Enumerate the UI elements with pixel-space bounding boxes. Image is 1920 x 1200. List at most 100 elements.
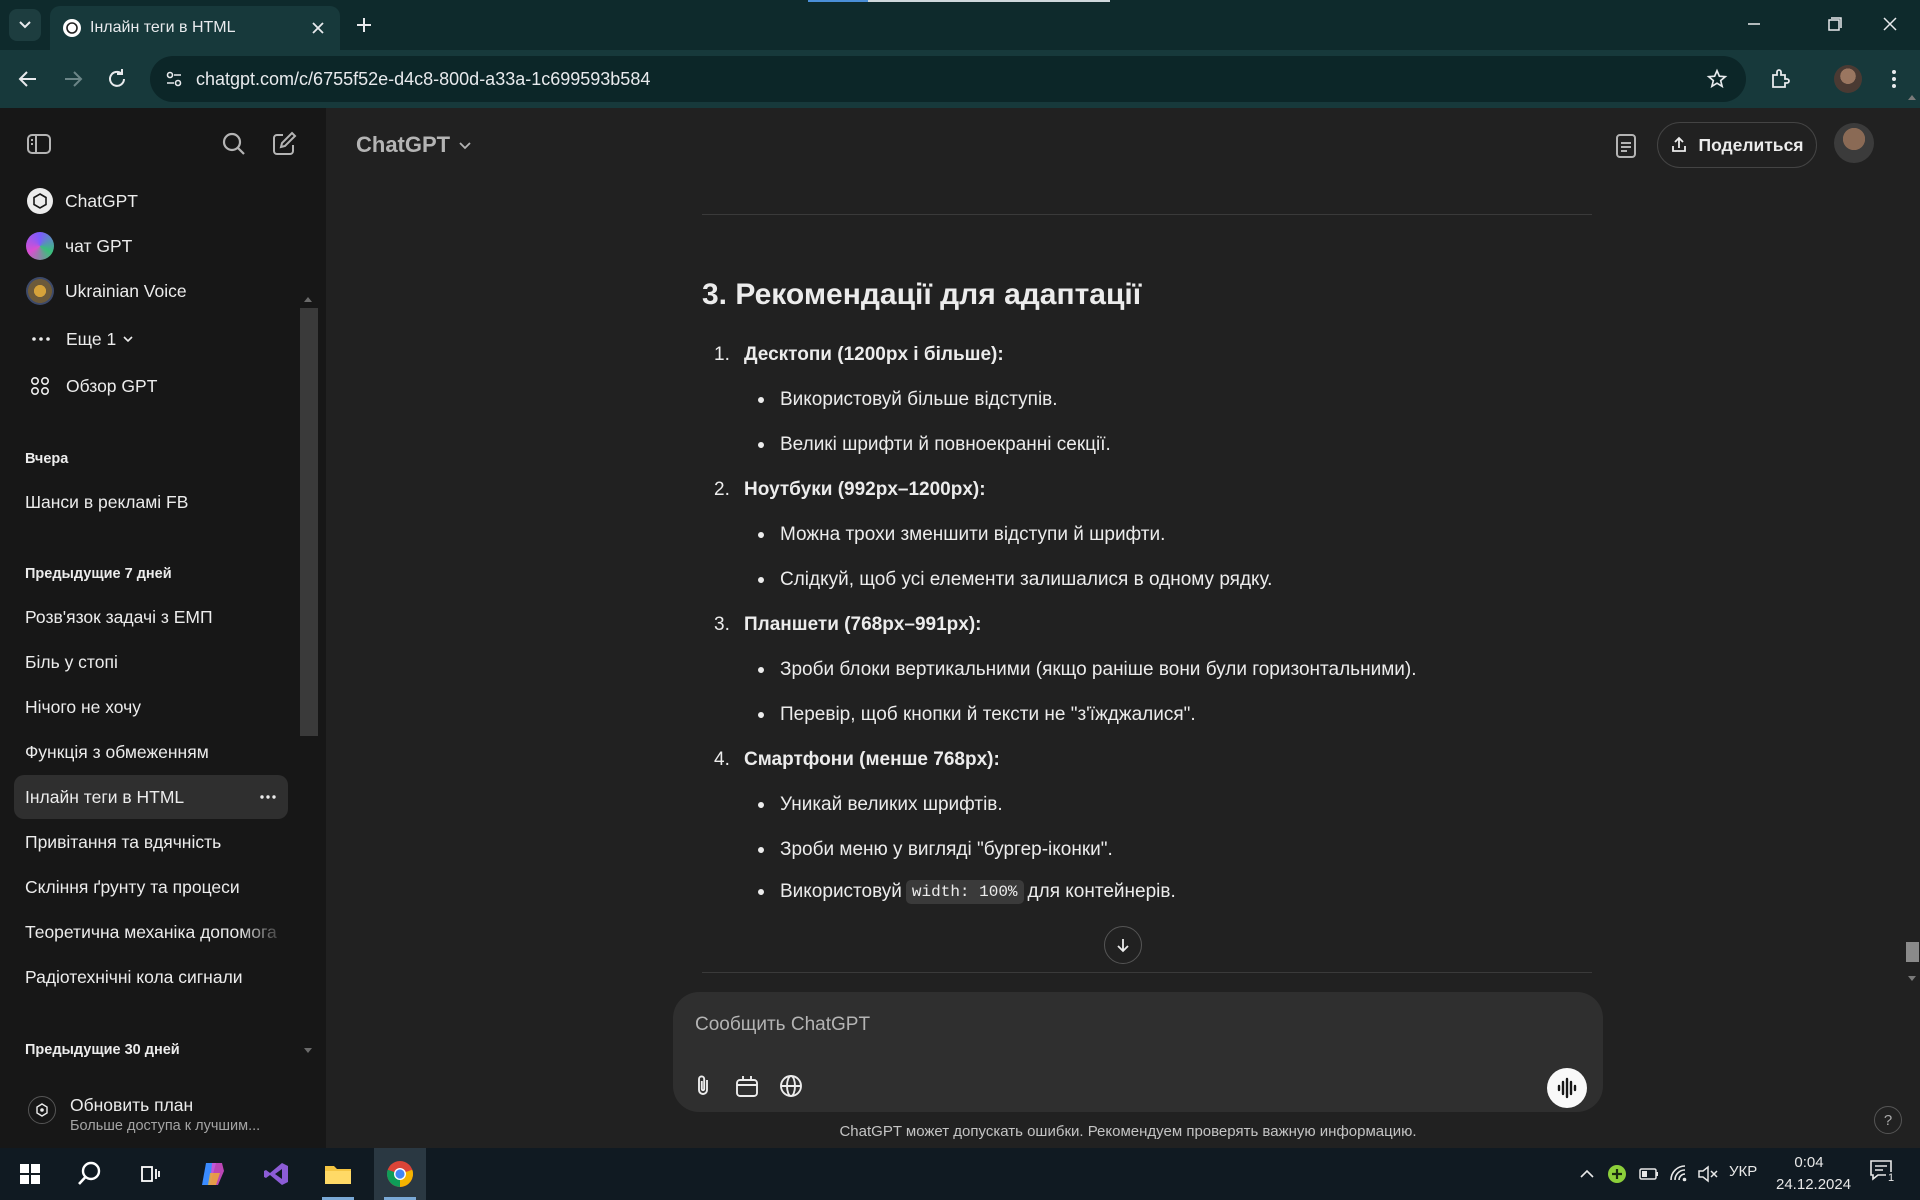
extensions-icon[interactable] xyxy=(1768,67,1792,91)
list-item-title: Планшети (768px–991px): xyxy=(744,614,982,635)
close-window-icon[interactable] xyxy=(1878,12,1902,36)
close-tab-icon[interactable] xyxy=(308,18,328,38)
scroll-up-arrow-icon xyxy=(304,297,312,302)
visual-studio-icon xyxy=(264,1163,288,1185)
battery-icon[interactable] xyxy=(1638,1165,1660,1183)
bullet-item: Використовуй width: 100% для контейнерів… xyxy=(754,880,1176,904)
start-button[interactable] xyxy=(4,1148,56,1200)
sidebar: ChatGPT чат GPT Ukrainian Voice Еще 1 Об… xyxy=(0,108,326,1148)
gpt-avatar-icon xyxy=(26,232,54,260)
share-upload-icon xyxy=(1672,136,1687,152)
sidebar-gpt-chatgpt[interactable]: ChatGPT xyxy=(14,179,288,223)
scrollbar-thumb[interactable] xyxy=(300,308,318,736)
upgrade-plan-button[interactable]: Обновить план Больше доступа к лучшим... xyxy=(14,1078,304,1140)
tab-search-button[interactable] xyxy=(9,9,41,41)
chat-history-item[interactable]: Нічого не хочу xyxy=(14,685,288,729)
chat-options-icon[interactable] xyxy=(258,787,278,807)
main-scrollbar[interactable] xyxy=(1902,95,1920,1148)
profile-avatar[interactable] xyxy=(1834,65,1862,93)
chat-title: Шанси в рекламі FB xyxy=(25,491,189,512)
task-view-button[interactable] xyxy=(124,1148,176,1200)
taskbar-visual-studio[interactable] xyxy=(250,1148,302,1200)
upgrade-icon xyxy=(28,1096,56,1124)
input-language[interactable]: УКР xyxy=(1729,1163,1757,1180)
search-icon xyxy=(78,1161,101,1185)
clock[interactable]: 0:04 24.12.2024 xyxy=(1776,1152,1851,1196)
forward-arrow-icon[interactable] xyxy=(61,67,85,91)
chrome-icon xyxy=(387,1161,413,1187)
scroll-to-bottom-button[interactable] xyxy=(1104,926,1142,964)
share-button[interactable]: Поделиться xyxy=(1657,122,1817,168)
document-icon[interactable] xyxy=(1612,132,1640,160)
new-tab-icon[interactable] xyxy=(352,13,376,37)
chat-history-item[interactable]: Функція з обмеженням xyxy=(14,730,288,774)
chat-history-item[interactable]: Шанси в рекламі FB xyxy=(14,480,288,524)
chat-title: Привітання та вдячність xyxy=(25,831,222,852)
chat-history-item[interactable]: Розв'язок задачі з ЕМП xyxy=(14,595,288,639)
sidebar-gpt-ukrainian-voice[interactable]: Ukrainian Voice xyxy=(14,269,288,313)
minimize-icon[interactable] xyxy=(1742,14,1766,34)
sparkle-icon xyxy=(36,1103,48,1117)
taskbar-file-explorer[interactable] xyxy=(312,1148,364,1200)
reload-icon[interactable] xyxy=(105,67,129,91)
sidebar-more-label: Еще 1 xyxy=(66,328,117,349)
taskbar-search-button[interactable] xyxy=(64,1148,116,1200)
gpt-avatar-icon xyxy=(26,277,54,305)
openai-favicon-icon xyxy=(63,19,81,37)
bullet-text: Використовуй xyxy=(780,881,902,902)
new-chat-icon[interactable] xyxy=(270,130,298,158)
list-item-title: Десктопи (1200px і більше): xyxy=(744,344,1004,365)
notification-center-button[interactable]: 1 xyxy=(1868,1158,1900,1190)
upgrade-subtitle: Больше доступа к лучшим... xyxy=(70,1118,261,1134)
attach-paperclip-icon[interactable] xyxy=(689,1072,717,1100)
web-search-globe-icon[interactable] xyxy=(777,1072,805,1100)
search-icon[interactable] xyxy=(220,130,248,158)
clock-time: 0:04 xyxy=(1794,1154,1824,1171)
restore-icon[interactable] xyxy=(1822,14,1846,34)
list-number: 1. xyxy=(714,344,730,365)
browser-tab-active[interactable]: Інлайн теги в HTML xyxy=(50,6,340,50)
sidebar-scrollbar[interactable] xyxy=(300,297,318,1053)
site-settings-icon[interactable] xyxy=(164,69,184,89)
help-button[interactable]: ? xyxy=(1874,1106,1902,1134)
message-input-placeholder[interactable]: Сообщить ChatGPT xyxy=(695,1014,870,1036)
sidebar-section-heading: Предыдущие 30 дней xyxy=(25,1042,180,1058)
section-heading: 3. Рекомендації для адаптації xyxy=(702,278,1142,311)
url-text[interactable]: chatgpt.com/c/6755f52e-d4c8-800d-a33a-1c… xyxy=(196,69,650,90)
more-vert-icon[interactable] xyxy=(1882,67,1906,91)
chat-history-item[interactable]: Радіотехнічні кола сигнали xyxy=(14,955,288,999)
list-item-heading: 3. Планшети (768px–991px): xyxy=(714,614,981,636)
model-selector[interactable]: ChatGPT xyxy=(356,132,472,158)
chat-title: Радіотехнічні кола сигнали xyxy=(25,966,243,987)
chat-history-item-active[interactable]: Інлайн теги в HTML xyxy=(14,775,288,819)
chat-title: Скління ґрунту та процеси xyxy=(25,876,240,897)
voice-mode-button[interactable] xyxy=(1547,1068,1587,1108)
chat-history-item[interactable]: Скління ґрунту та процеси xyxy=(14,865,288,909)
chat-title: Розв'язок задачі з ЕМП xyxy=(25,606,213,627)
sidebar-item-label: Ukrainian Voice xyxy=(65,280,187,301)
task-view-icon xyxy=(141,1166,160,1182)
back-arrow-icon[interactable] xyxy=(16,67,40,91)
address-bar[interactable]: chatgpt.com/c/6755f52e-d4c8-800d-a33a-1c… xyxy=(150,56,1746,102)
scroll-down-arrow-icon xyxy=(304,1048,312,1053)
chat-history-item[interactable]: Біль у стопі xyxy=(14,640,288,684)
message-composer[interactable]: Сообщить ChatGPT xyxy=(673,992,1603,1112)
bookmark-star-icon[interactable] xyxy=(1706,68,1728,90)
network-icon[interactable] xyxy=(1669,1164,1689,1184)
sidebar-toggle-icon[interactable] xyxy=(25,130,53,158)
chat-history-item[interactable]: Привітання та вдячність xyxy=(14,820,288,864)
bullet-item: Великі шрифти й повноекранні секції. xyxy=(754,434,1111,456)
user-avatar[interactable] xyxy=(1834,123,1874,163)
sidebar-explore-gpts[interactable]: Обзор GPT xyxy=(14,364,288,408)
taskbar-copilot[interactable] xyxy=(187,1148,239,1200)
taskbar-chrome[interactable] xyxy=(374,1148,426,1200)
tray-chevron-up-icon[interactable] xyxy=(1578,1166,1596,1182)
chat-history-item[interactable]: Теоретична механіка допомога xyxy=(14,910,288,954)
tray-app-icon[interactable] xyxy=(1607,1164,1627,1184)
tools-icon[interactable] xyxy=(733,1072,761,1100)
scrollbar-thumb[interactable] xyxy=(1906,942,1919,962)
list-item-heading: 4. Смартфони (менше 768px): xyxy=(714,749,1000,771)
volume-muted-icon[interactable] xyxy=(1697,1164,1719,1184)
sidebar-more-button[interactable]: Еще 1 xyxy=(14,317,288,361)
sidebar-gpt-chat-gpt[interactable]: чат GPT xyxy=(14,224,288,268)
